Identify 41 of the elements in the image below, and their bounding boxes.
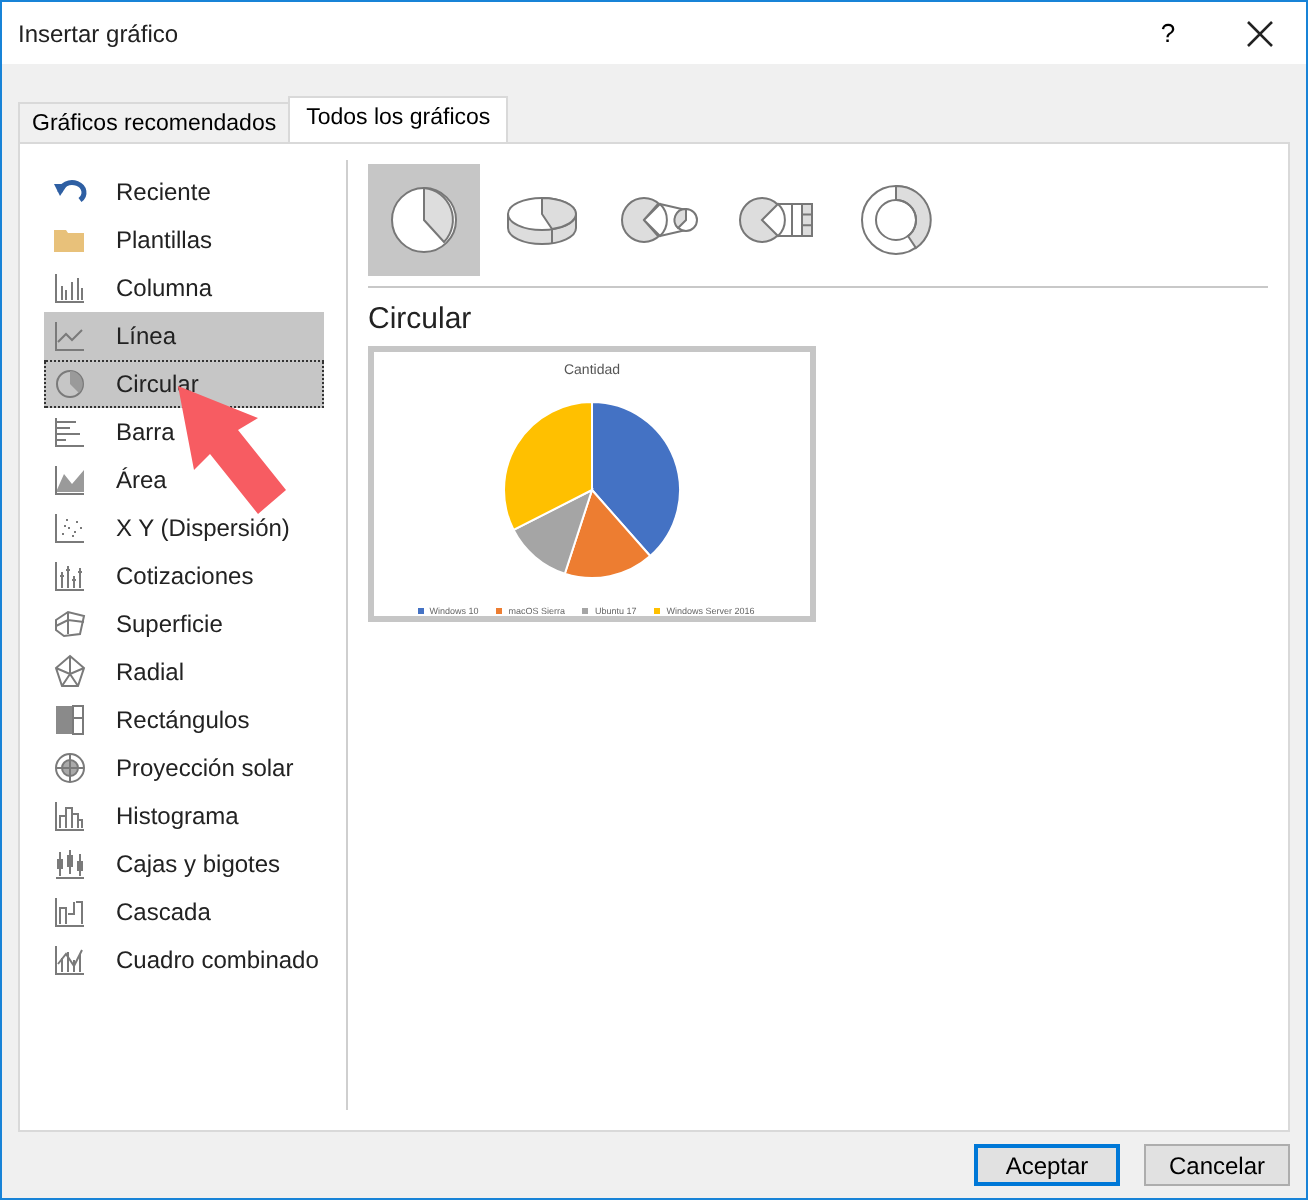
radar-chart-icon [52,654,88,690]
sidebar-item[interactable]: Línea [44,312,324,360]
sidebar-item[interactable]: Cascada [44,888,324,936]
sidebar-item[interactable]: Barra [44,408,324,456]
area-chart-icon [52,462,88,498]
pie-icon [52,366,88,402]
sidebar-item[interactable]: Reciente [44,168,324,216]
sidebar-item[interactable]: Superficie [44,600,324,648]
surface-chart-icon [52,606,88,642]
sidebar-item[interactable]: Circular [44,360,324,408]
window-title: Insertar gráfico [18,19,181,47]
scatter-chart-icon [52,510,88,546]
sidebar-item[interactable]: X Y (Dispersión) [44,504,324,552]
box-plot-icon [52,846,88,882]
treemap-icon [52,702,88,738]
waterfall-chart-icon [52,894,88,930]
sidebar-item[interactable]: Columna [44,264,324,312]
sidebar-item[interactable]: Radial [44,648,324,696]
stock-chart-icon [52,558,88,594]
sidebar-item[interactable]: Cotizaciones [44,552,324,600]
close-icon [1246,19,1274,47]
help-button[interactable]: ? [1122,3,1214,63]
chart-type-heading: Circular [368,302,474,336]
sidebar-item[interactable]: Histograma [44,792,324,840]
dialog-button[interactable]: Cancelar [1144,1144,1290,1186]
tab[interactable]: Gráficos recomendados [18,102,291,142]
sidebar-item[interactable]: Área [44,456,324,504]
sidebar-item[interactable]: Rectángulos [44,696,324,744]
sunburst-icon [52,750,88,786]
sidebar-item[interactable]: Cuadro combinado [44,936,324,984]
line-chart-icon [52,318,88,354]
sidebar-item[interactable]: Cajas y bigotes [44,840,324,888]
tab[interactable]: Todos los gráficos [288,96,509,142]
chart-subtype-button[interactable] [368,164,480,276]
sidebar-item[interactable]: Plantillas [44,216,324,264]
histogram-icon [52,798,88,834]
bar-chart-icon [52,414,88,450]
combo-chart-icon [52,942,88,978]
column-chart-icon [52,270,88,306]
dialog-button[interactable]: Aceptar [974,1144,1120,1186]
sidebar-item[interactable]: Proyección solar [44,744,324,792]
